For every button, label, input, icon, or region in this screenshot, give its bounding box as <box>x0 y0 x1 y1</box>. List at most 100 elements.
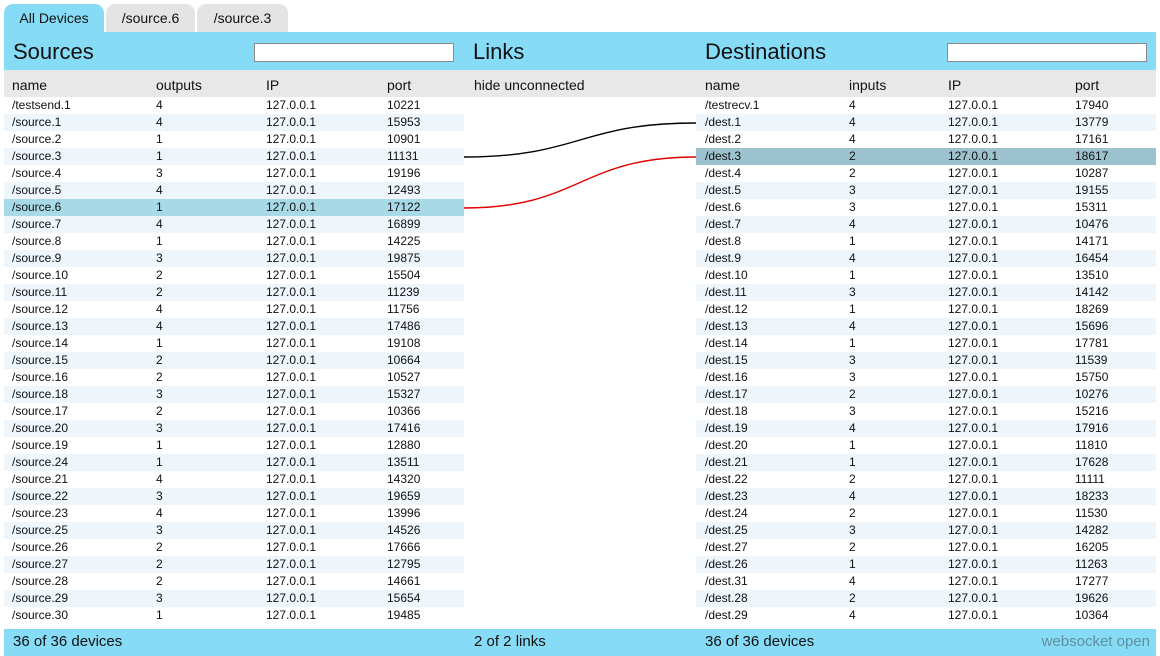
source-cell-count: 3 <box>156 251 163 265</box>
destinations-col-name[interactable]: name <box>705 77 740 93</box>
destination-cell-name: /dest.21 <box>705 455 748 469</box>
source-cell-count: 1 <box>156 132 163 146</box>
destination-row[interactable]: /dest.11 3 127.0.0.1 14142 <box>696 284 1156 301</box>
source-cell-count: 2 <box>156 540 163 554</box>
destination-row[interactable]: /dest.12 1 127.0.0.1 18269 <box>696 301 1156 318</box>
tab-all-devices[interactable]: All Devices <box>4 4 104 32</box>
destination-row[interactable]: /dest.6 3 127.0.0.1 15311 <box>696 199 1156 216</box>
sources-search-input[interactable] <box>254 43 454 62</box>
source-row[interactable]: /source.2 1 127.0.0.1 10901 <box>4 131 464 148</box>
source-row[interactable]: /source.18 3 127.0.0.1 15327 <box>4 386 464 403</box>
destination-row[interactable]: /dest.18 3 127.0.0.1 15216 <box>696 403 1156 420</box>
sources-col-name[interactable]: name <box>12 77 47 93</box>
source-row[interactable]: /source.8 1 127.0.0.1 14225 <box>4 233 464 250</box>
source-row[interactable]: /source.3 1 127.0.0.1 11131 <box>4 148 464 165</box>
destination-row[interactable]: /dest.16 3 127.0.0.1 15750 <box>696 369 1156 386</box>
destination-cell-ip: 127.0.0.1 <box>948 591 999 605</box>
tab-source-3[interactable]: /source.3 <box>197 4 288 32</box>
destination-row[interactable]: /dest.31 4 127.0.0.1 17277 <box>696 573 1156 590</box>
destination-row[interactable]: /dest.23 4 127.0.0.1 18233 <box>696 488 1156 505</box>
source-row[interactable]: /source.25 3 127.0.0.1 14526 <box>4 522 464 539</box>
source-row[interactable]: /source.23 4 127.0.0.1 13996 <box>4 505 464 522</box>
source-row[interactable]: /source.4 3 127.0.0.1 19196 <box>4 165 464 182</box>
destination-row[interactable]: /dest.29 4 127.0.0.1 10364 <box>696 607 1156 624</box>
destination-row[interactable]: /dest.26 1 127.0.0.1 11263 <box>696 556 1156 573</box>
source-cell-port: 10366 <box>387 404 421 418</box>
source-row[interactable]: /source.19 1 127.0.0.1 12880 <box>4 437 464 454</box>
destination-row[interactable]: /dest.13 4 127.0.0.1 15696 <box>696 318 1156 335</box>
source-row[interactable]: /source.13 4 127.0.0.1 17486 <box>4 318 464 335</box>
destination-cell-ip: 127.0.0.1 <box>948 438 999 452</box>
source-row[interactable]: /source.24 1 127.0.0.1 13511 <box>4 454 464 471</box>
destination-cell-name: /dest.28 <box>705 591 748 605</box>
source-row[interactable]: /source.12 4 127.0.0.1 11756 <box>4 301 464 318</box>
destination-row[interactable]: /dest.27 2 127.0.0.1 16205 <box>696 539 1156 556</box>
source-cell-port: 16899 <box>387 217 421 231</box>
source-cell-port: 14661 <box>387 574 421 588</box>
destination-row[interactable]: /dest.21 1 127.0.0.1 17628 <box>696 454 1156 471</box>
destination-cell-ip: 127.0.0.1 <box>948 370 999 384</box>
source-cell-name: /source.22 <box>12 489 69 503</box>
destination-row[interactable]: /dest.28 2 127.0.0.1 19626 <box>696 590 1156 607</box>
destination-row[interactable]: /dest.10 1 127.0.0.1 13510 <box>696 267 1156 284</box>
source-row[interactable]: /source.21 4 127.0.0.1 14320 <box>4 471 464 488</box>
source-row[interactable]: /source.30 1 127.0.0.1 19485 <box>4 607 464 624</box>
source-row[interactable]: /source.16 2 127.0.0.1 10527 <box>4 369 464 386</box>
destination-row[interactable]: /dest.9 4 127.0.0.1 16454 <box>696 250 1156 267</box>
destination-cell-count: 1 <box>849 557 856 571</box>
sources-col-ip[interactable]: IP <box>266 77 279 93</box>
source-row[interactable]: /source.17 2 127.0.0.1 10366 <box>4 403 464 420</box>
source-cell-count: 4 <box>156 115 163 129</box>
source-cell-name: /source.21 <box>12 472 69 486</box>
destination-cell-port: 11530 <box>1075 506 1108 520</box>
destination-row[interactable]: /dest.3 2 127.0.0.1 18617 <box>696 148 1156 165</box>
destination-row[interactable]: /dest.22 2 127.0.0.1 11111 <box>696 471 1156 488</box>
sources-col-port[interactable]: port <box>387 77 411 93</box>
tab-source-6[interactable]: /source.6 <box>106 4 195 32</box>
source-cell-name: /source.25 <box>12 523 69 537</box>
destination-cell-port: 15696 <box>1075 319 1109 333</box>
source-cell-name: /source.16 <box>12 370 69 384</box>
destinations-search-input[interactable] <box>947 43 1147 62</box>
destination-row[interactable]: /dest.24 2 127.0.0.1 11530 <box>696 505 1156 522</box>
link-source6-to-dest3[interactable] <box>464 156 696 209</box>
source-row[interactable]: /source.15 2 127.0.0.1 10664 <box>4 352 464 369</box>
destination-row[interactable]: /dest.8 1 127.0.0.1 14171 <box>696 233 1156 250</box>
source-cell-count: 4 <box>156 98 163 112</box>
source-row[interactable]: /source.6 1 127.0.0.1 17122 <box>4 199 464 216</box>
destination-row[interactable]: /dest.2 4 127.0.0.1 17161 <box>696 131 1156 148</box>
source-row[interactable]: /source.11 2 127.0.0.1 11239 <box>4 284 464 301</box>
destinations-col-ip[interactable]: IP <box>948 77 961 93</box>
destination-cell-count: 4 <box>849 608 856 622</box>
destination-row[interactable]: /dest.14 1 127.0.0.1 17781 <box>696 335 1156 352</box>
destination-row[interactable]: /dest.25 3 127.0.0.1 14282 <box>696 522 1156 539</box>
destination-row[interactable]: /dest.4 2 127.0.0.1 10287 <box>696 165 1156 182</box>
destination-row[interactable]: /dest.15 3 127.0.0.1 11539 <box>696 352 1156 369</box>
source-row[interactable]: /source.9 3 127.0.0.1 19875 <box>4 250 464 267</box>
destination-row[interactable]: /dest.7 4 127.0.0.1 10476 <box>696 216 1156 233</box>
sources-col-outputs[interactable]: outputs <box>156 77 202 93</box>
destination-row[interactable]: /dest.17 2 127.0.0.1 10276 <box>696 386 1156 403</box>
source-row[interactable]: /source.27 2 127.0.0.1 12795 <box>4 556 464 573</box>
source-row[interactable]: /source.26 2 127.0.0.1 17666 <box>4 539 464 556</box>
destinations-col-port[interactable]: port <box>1075 77 1099 93</box>
source-row[interactable]: /source.7 4 127.0.0.1 16899 <box>4 216 464 233</box>
destination-row[interactable]: /dest.5 3 127.0.0.1 19155 <box>696 182 1156 199</box>
hide-unconnected-toggle[interactable]: hide unconnected <box>474 77 585 93</box>
destination-cell-port: 11539 <box>1075 353 1108 367</box>
source-row[interactable]: /source.22 3 127.0.0.1 19659 <box>4 488 464 505</box>
destination-row[interactable]: /dest.1 4 127.0.0.1 13779 <box>696 114 1156 131</box>
source-row[interactable]: /testsend.1 4 127.0.0.1 10221 <box>4 97 464 114</box>
link-source3-to-dest1[interactable] <box>464 122 696 158</box>
source-row[interactable]: /source.10 2 127.0.0.1 15504 <box>4 267 464 284</box>
source-row[interactable]: /source.5 4 127.0.0.1 12493 <box>4 182 464 199</box>
source-row[interactable]: /source.20 3 127.0.0.1 17416 <box>4 420 464 437</box>
destination-row[interactable]: /dest.20 1 127.0.0.1 11810 <box>696 437 1156 454</box>
destination-row[interactable]: /testrecv.1 4 127.0.0.1 17940 <box>696 97 1156 114</box>
source-row[interactable]: /source.29 3 127.0.0.1 15654 <box>4 590 464 607</box>
source-row[interactable]: /source.14 1 127.0.0.1 19108 <box>4 335 464 352</box>
source-row[interactable]: /source.1 4 127.0.0.1 15953 <box>4 114 464 131</box>
destinations-col-inputs[interactable]: inputs <box>849 77 886 93</box>
destination-row[interactable]: /dest.19 4 127.0.0.1 17916 <box>696 420 1156 437</box>
source-row[interactable]: /source.28 2 127.0.0.1 14661 <box>4 573 464 590</box>
